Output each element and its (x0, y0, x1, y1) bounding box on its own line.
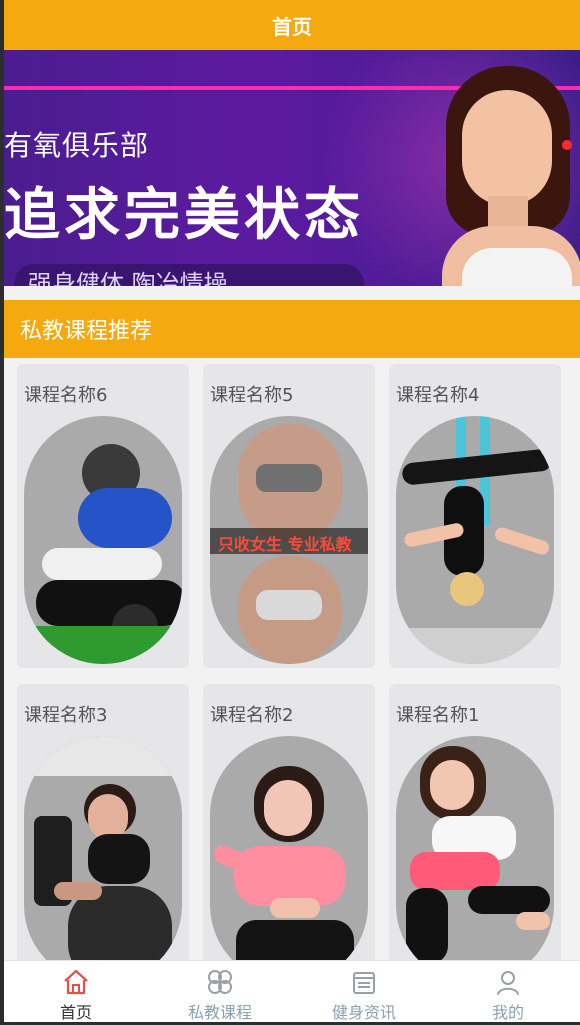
course-image (396, 736, 554, 984)
tab-label: 私教课程 (187, 1003, 252, 1022)
course-grid: 课程名称6 课程名称5 只收女生 专业私教 课程名称4 课程名称3 课程名称2 … (17, 364, 573, 988)
home-icon (64, 969, 88, 995)
course-card-6[interactable]: 课程名称6 (17, 364, 189, 668)
course-image: 只收女生 专业私教 (210, 416, 368, 664)
course-card-5[interactable]: 课程名称5 只收女生 专业私教 (203, 364, 375, 668)
course-title: 课程名称5 (210, 385, 294, 406)
tab-fitness-news[interactable]: 健身资讯 (292, 961, 436, 1022)
tab-label: 首页 (59, 1003, 92, 1022)
course-title: 课程名称2 (210, 705, 294, 726)
top-app-bar: 首页 (4, 0, 580, 50)
course-title: 课程名称1 (396, 705, 480, 726)
course-title: 课程名称3 (24, 705, 108, 726)
hero-banner[interactable]: 有氧俱乐部 追求完美状态 强身健体 陶冶情操 (4, 50, 580, 286)
tab-private-courses[interactable]: 私教课程 (148, 961, 292, 1022)
banner-model-photo (434, 66, 580, 286)
tab-label: 健身资讯 (331, 1003, 396, 1022)
banner-tagline: 强身健体 陶冶情操 (14, 264, 364, 286)
course-image-text: 只收女生 专业私教 (218, 535, 352, 554)
course-card-4[interactable]: 课程名称4 (389, 364, 561, 668)
page-title: 首页 (272, 14, 312, 39)
course-title: 课程名称6 (24, 385, 108, 406)
app: 首页 有氧俱乐部 追求完美状态 强身健体 陶冶情操 私教课程推荐 课程名称6 课… (4, 0, 580, 1022)
banner-headline: 追求完美状态 (4, 183, 364, 248)
tab-label: 我的 (491, 1003, 524, 1022)
banner-dot (562, 140, 572, 150)
course-image (396, 416, 554, 664)
user-icon (497, 971, 519, 995)
grid-icon (208, 970, 232, 994)
course-card-1[interactable]: 课程名称1 (389, 684, 561, 988)
course-card-2[interactable]: 课程名称2 (203, 684, 375, 988)
course-image (24, 736, 182, 984)
section-title: 私教课程推荐 (20, 319, 153, 344)
bottom-tab-bar: 首页 私教课程 健身资讯 我的 (4, 960, 580, 1022)
news-icon (353, 972, 375, 994)
course-title: 课程名称4 (396, 385, 480, 406)
banner-subtitle: 有氧俱乐部 (4, 129, 150, 162)
tab-profile[interactable]: 我的 (436, 961, 580, 1022)
tab-home[interactable]: 首页 (4, 961, 148, 1022)
course-card-3[interactable]: 课程名称3 (17, 684, 189, 988)
course-image (210, 736, 368, 984)
course-image (24, 416, 182, 664)
section-header: 私教课程推荐 (4, 300, 580, 358)
